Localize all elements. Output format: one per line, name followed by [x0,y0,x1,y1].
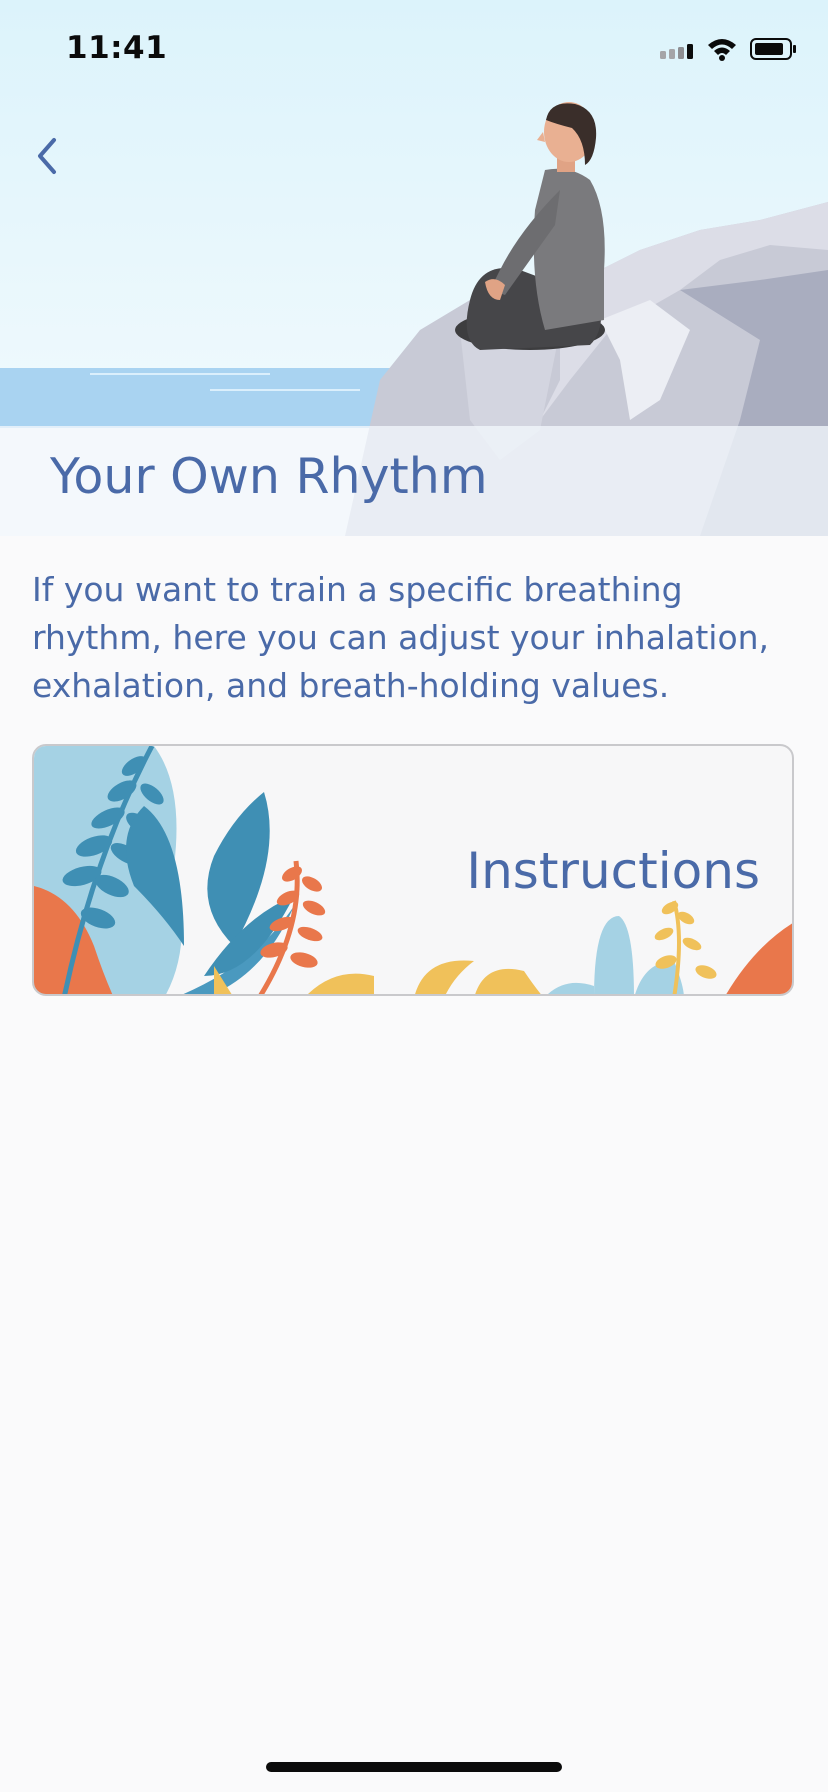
status-time: 11:41 [66,30,168,66]
page-title: Your Own Rhythm [50,448,488,505]
signal-icon [660,44,693,59]
title-band: Your Own Rhythm [0,426,828,536]
description-text: If you want to train a specific breathin… [32,570,770,705]
home-indicator[interactable] [266,1762,562,1772]
status-icons [660,38,796,61]
wifi-icon [708,39,736,61]
back-button[interactable] [28,128,72,184]
instructions-card[interactable]: Instructions [32,744,794,996]
instructions-label: Instructions [466,842,760,900]
hero-illustration: 11:41 Your Own Rhythm [0,0,828,536]
battery-icon [750,38,796,60]
status-bar: 11:41 [0,0,828,100]
back-chevron-icon [38,138,56,174]
